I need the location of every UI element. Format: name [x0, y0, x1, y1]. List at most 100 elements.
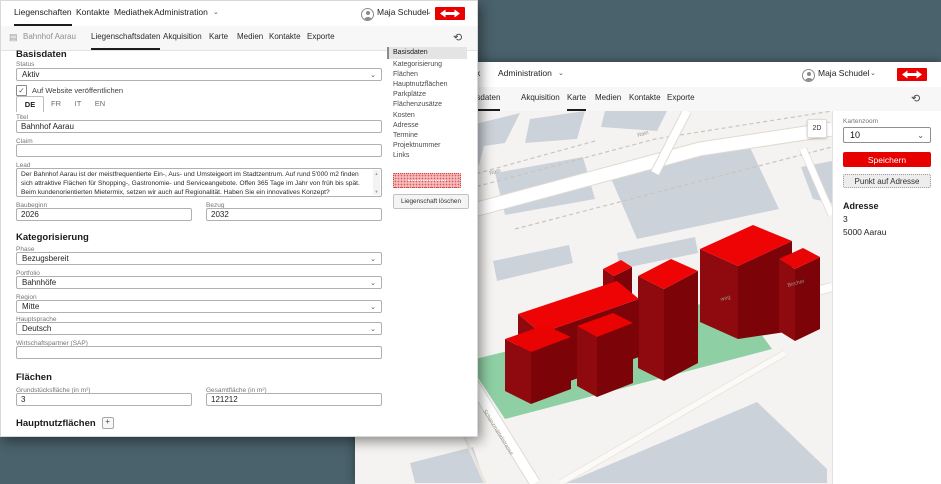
website-checkbox-row: ✓ Auf Website veröffentlichen [16, 85, 123, 96]
tab-exporte[interactable]: Exporte [667, 87, 695, 111]
gesamtflaeche-input[interactable] [206, 393, 382, 406]
anchor-flaechenzusaetze[interactable]: Flächenzusätze [393, 101, 467, 109]
chevron-down-icon: ⌄ [370, 255, 376, 263]
bezug-input[interactable] [206, 208, 382, 221]
anchor-flaechen[interactable]: Flächen [393, 71, 467, 79]
nav-mediathek[interactable]: Mediathek [114, 1, 153, 26]
chevron-down-icon: ⌄ [870, 62, 876, 87]
anchor-kosten[interactable]: Kosten [393, 112, 467, 120]
scrollbar[interactable]: ▲ ▼ [373, 170, 380, 195]
add-hauptnutzflaeche-button[interactable]: + [102, 417, 114, 429]
user-menu[interactable]: Maja Schudel [818, 68, 870, 78]
chevron-down-icon: ⌄ [558, 62, 564, 87]
lead-text: Der Bahnhof Aarau ist der meistfrequenti… [21, 171, 360, 196]
tab-liegenschaftsdaten[interactable]: Liegenschaftsdaten [91, 26, 160, 50]
anchor-links[interactable]: Links [393, 152, 467, 160]
sbb-logo[interactable] [435, 7, 465, 20]
nav-liegenschaften[interactable]: Liegenschaften [14, 1, 72, 26]
entity-name: Bahnhof Aarau [23, 26, 76, 50]
hauptsprache-select[interactable]: Deutsch ⌄ [16, 322, 382, 335]
status-value: Aktiv [22, 70, 39, 79]
phase-select[interactable]: Bezugsbereit ⌄ [16, 252, 382, 265]
document-icon: ▤ [9, 26, 18, 50]
chevron-down-icon: ⌄ [370, 325, 376, 333]
kartenzoom-select[interactable]: 10 ⌄ [843, 127, 931, 143]
lang-tab-en[interactable]: EN [90, 96, 110, 111]
grundstuecksflaeche-input[interactable] [16, 393, 192, 406]
point-on-address-button[interactable]: Punkt auf Adresse [843, 174, 931, 188]
chevron-down-icon: ⌄ [370, 279, 376, 287]
delete-property-button[interactable]: Liegenschaft löschen [393, 194, 469, 209]
tab-akquisition[interactable]: Akquisition [163, 26, 202, 50]
map-2d-toggle-button[interactable]: 2D [807, 119, 827, 138]
section-anchor-nav: Basisdaten Kategorisierung Flächen Haupt… [393, 47, 467, 209]
anchor-parkplaetze[interactable]: Parkplätze [393, 91, 467, 99]
nav-kontakte[interactable]: Kontakte [76, 1, 110, 26]
tab-kontakte[interactable]: Kontakte [269, 26, 301, 50]
property-form-window: Liegenschaften Kontakte Mediathek Admini… [0, 0, 478, 437]
phase-value: Bezugsbereit [22, 254, 69, 263]
nav-administration[interactable]: Administration [498, 62, 552, 87]
tab-kontakte[interactable]: Kontakte [629, 87, 661, 111]
website-checkbox[interactable]: ✓ [16, 85, 27, 96]
anchor-hauptnutzflaechen[interactable]: Hauptnutzflächen [393, 81, 467, 89]
red-dotted-placeholder[interactable] [393, 173, 461, 188]
tab-medien[interactable]: Medien [237, 26, 263, 50]
section-basisdaten: Basisdaten [16, 49, 67, 60]
hauptnutzflaechen-row: Hauptnutzflächen + [16, 417, 114, 429]
history-icon[interactable]: ⟲ [911, 91, 920, 107]
user-avatar-icon [802, 69, 815, 82]
chevron-down-icon: ⌄ [426, 1, 432, 26]
main-nav: Liegenschaften Kontakte Mediathek Admini… [1, 1, 477, 27]
lang-tab-it[interactable]: IT [68, 96, 88, 111]
section-kategorisierung: Kategorisierung [16, 232, 89, 243]
anchor-basisdaten[interactable]: Basisdaten [387, 47, 467, 59]
scroll-up-icon[interactable]: ▲ [375, 171, 379, 176]
website-checkbox-label: Auf Website veröffentlichen [32, 86, 123, 95]
user-menu[interactable]: Maja Schudel [377, 7, 429, 17]
baubeginn-input[interactable] [16, 208, 192, 221]
anchor-projektnummer[interactable]: Projektnummer [393, 142, 467, 150]
anchor-adresse[interactable]: Adresse [393, 122, 467, 130]
status-select[interactable]: Aktiv ⌄ [16, 68, 382, 81]
section-hauptnutzflaechen: Hauptnutzflächen [16, 418, 96, 429]
lang-tab-fr[interactable]: FR [46, 96, 66, 111]
chevron-down-icon: ⌄ [917, 131, 924, 140]
anchor-kategorisierung[interactable]: Kategorisierung [393, 61, 467, 69]
wirtschaftspartner-input[interactable] [16, 346, 382, 359]
address-number: 3 [843, 214, 931, 224]
lang-tab-de[interactable]: DE [16, 96, 44, 112]
anchor-termine[interactable]: Termine [393, 132, 467, 140]
hauptsprache-value: Deutsch [22, 324, 51, 333]
kartenzoom-value: 10 [850, 130, 860, 140]
kartenzoom-label: Kartenzoom [843, 118, 931, 125]
sbb-arrows-icon [439, 9, 461, 18]
chevron-down-icon: ⌄ [370, 71, 376, 79]
claim-input[interactable] [16, 144, 382, 157]
titel-input[interactable] [16, 120, 382, 133]
section-flaechen: Flächen [16, 372, 52, 383]
map-side-panel: Kartenzoom 10 ⌄ Speichern Punkt auf Adre… [832, 111, 941, 484]
region-select[interactable]: Mitte ⌄ [16, 300, 382, 313]
history-icon[interactable]: ⟲ [453, 30, 462, 46]
tab-karte[interactable]: Karte [209, 26, 228, 50]
region-value: Mitte [22, 302, 39, 311]
user-avatar-icon [361, 8, 374, 21]
lead-textarea[interactable]: Der Bahnhof Aarau ist der meistfrequenti… [16, 168, 382, 197]
check-icon: ✓ [18, 86, 24, 95]
scroll-down-icon[interactable]: ▼ [375, 189, 379, 194]
portfolio-select[interactable]: Bahnhöfe ⌄ [16, 276, 382, 289]
save-button[interactable]: Speichern [843, 152, 931, 167]
tab-exporte[interactable]: Exporte [307, 26, 335, 50]
sbb-arrows-icon [901, 70, 923, 79]
desktop-background: { "icons": { "chevron_down": "⌄", "histo… [0, 0, 941, 484]
address-city: 5000 Aarau [843, 227, 931, 237]
portfolio-value: Bahnhöfe [22, 278, 56, 287]
nav-administration[interactable]: Administration [154, 1, 208, 26]
tab-karte[interactable]: Karte [567, 87, 586, 111]
sbb-logo[interactable] [897, 68, 927, 81]
chevron-down-icon: ⌄ [370, 303, 376, 311]
tab-medien[interactable]: Medien [595, 87, 621, 111]
chevron-down-icon: ⌄ [213, 1, 219, 26]
tab-akquisition[interactable]: Akquisition [521, 87, 560, 111]
